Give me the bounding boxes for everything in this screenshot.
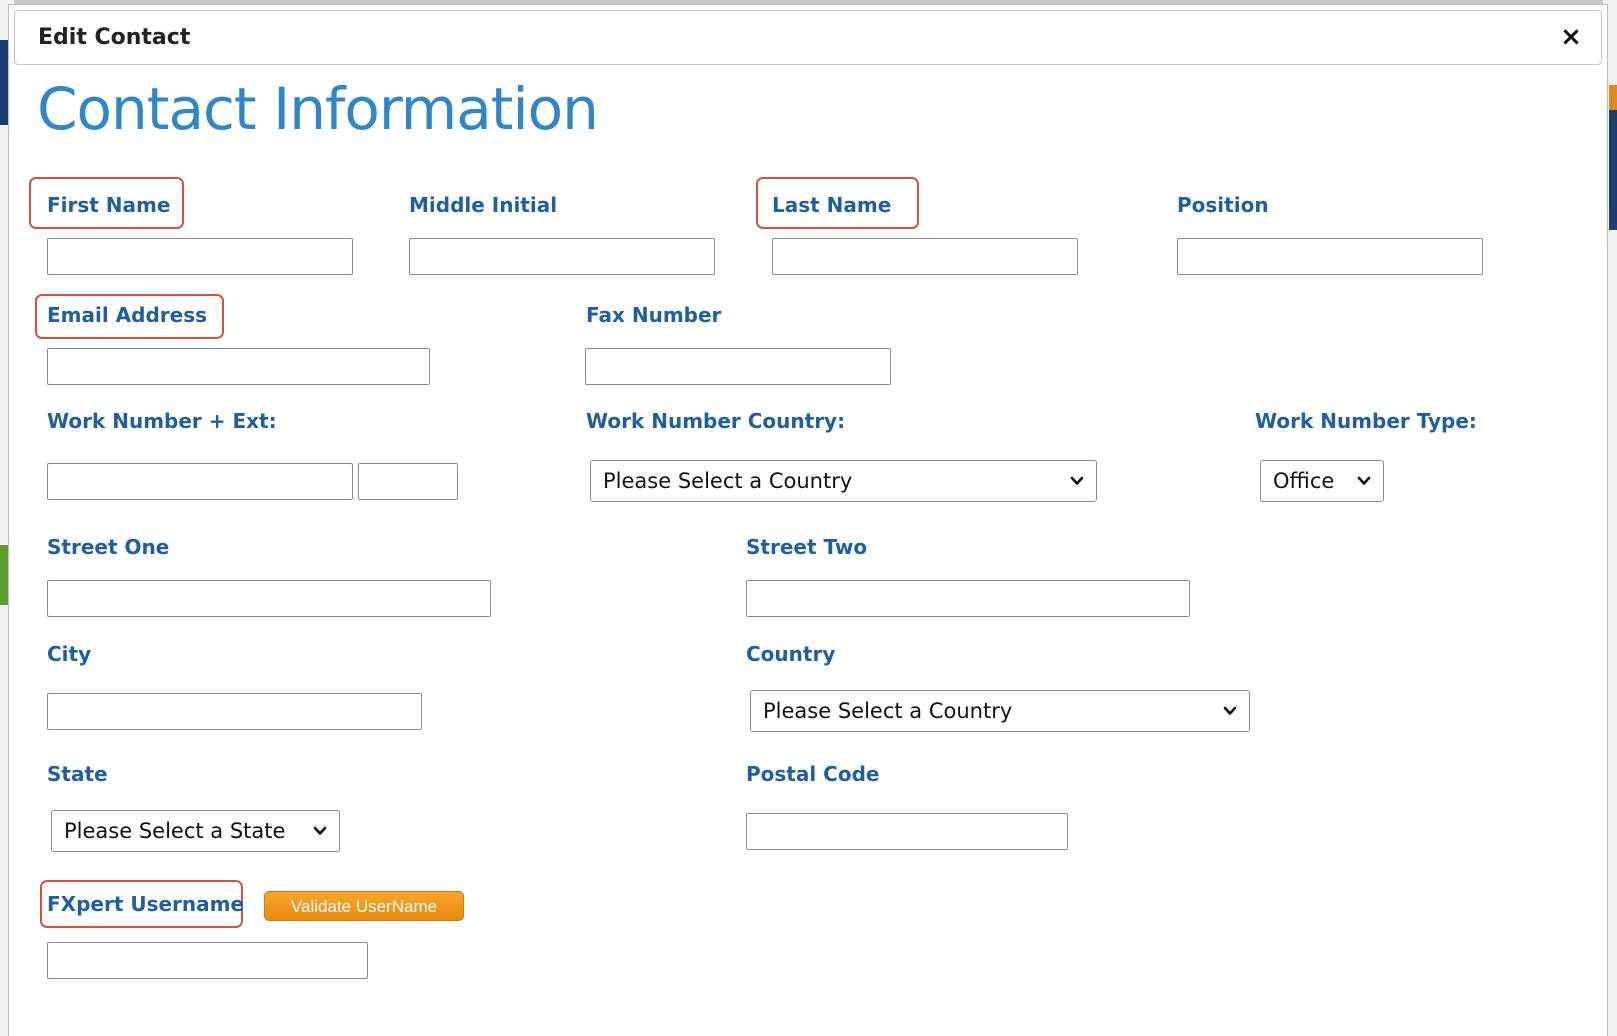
middle-initial-input[interactable] <box>409 238 715 275</box>
work-number-country-selected: Please Select a Country <box>603 469 853 493</box>
background-strip <box>1609 85 1617 110</box>
work-number-type-select[interactable]: Office <box>1260 460 1384 502</box>
state-selected: Please Select a State <box>64 819 286 843</box>
street-two-label: Street Two <box>746 535 868 559</box>
work-extension-input[interactable] <box>358 463 458 500</box>
work-number-label: Work Number + Ext: <box>47 409 277 433</box>
fax-number-label: Fax Number <box>586 303 722 327</box>
street-two-input[interactable] <box>746 580 1190 617</box>
email-address-label: Email Address <box>47 303 208 327</box>
background-strip <box>1609 110 1617 230</box>
street-one-input[interactable] <box>47 580 491 617</box>
first-name-input[interactable] <box>47 238 353 275</box>
validate-username-button[interactable]: Validate UserName <box>264 891 464 921</box>
last-name-input[interactable] <box>772 238 1078 275</box>
chevron-down-icon <box>1357 476 1371 485</box>
state-select[interactable]: Please Select a State <box>51 810 340 852</box>
close-icon[interactable]: × <box>1557 21 1585 53</box>
chevron-down-icon <box>313 826 327 835</box>
work-number-country-label: Work Number Country: <box>586 409 846 433</box>
postal-code-input[interactable] <box>746 813 1068 850</box>
city-label: City <box>47 642 92 666</box>
edit-contact-dialog: Edit Contact × Contact Information First… <box>8 4 1608 1036</box>
position-label: Position <box>1177 193 1269 217</box>
postal-code-label: Postal Code <box>746 762 880 786</box>
background-strip <box>0 40 8 125</box>
state-label: State <box>47 762 108 786</box>
page-title: Contact Information <box>37 75 599 143</box>
fxpert-username-label: FXpert Username <box>47 892 245 916</box>
position-input[interactable] <box>1177 238 1483 275</box>
work-number-country-select[interactable]: Please Select a Country <box>590 460 1097 502</box>
work-number-input[interactable] <box>47 463 353 500</box>
fax-number-input[interactable] <box>585 348 891 385</box>
dialog-titlebar: Edit Contact × <box>14 10 1602 65</box>
dialog-title: Edit Contact <box>38 25 191 50</box>
chevron-down-icon <box>1070 476 1084 485</box>
work-number-type-selected: Office <box>1273 469 1335 493</box>
country-select[interactable]: Please Select a Country <box>750 690 1250 732</box>
email-address-input[interactable] <box>47 348 430 385</box>
fxpert-username-input[interactable] <box>47 942 368 979</box>
background-strip <box>0 545 8 605</box>
street-one-label: Street One <box>47 535 170 559</box>
work-number-type-label: Work Number Type: <box>1255 409 1477 433</box>
first-name-label: First Name <box>47 193 171 217</box>
chevron-down-icon <box>1223 706 1237 715</box>
city-input[interactable] <box>47 693 422 730</box>
country-selected: Please Select a Country <box>763 699 1013 723</box>
country-label: Country <box>746 642 836 666</box>
middle-initial-label: Middle Initial <box>409 193 558 217</box>
last-name-label: Last Name <box>772 193 892 217</box>
